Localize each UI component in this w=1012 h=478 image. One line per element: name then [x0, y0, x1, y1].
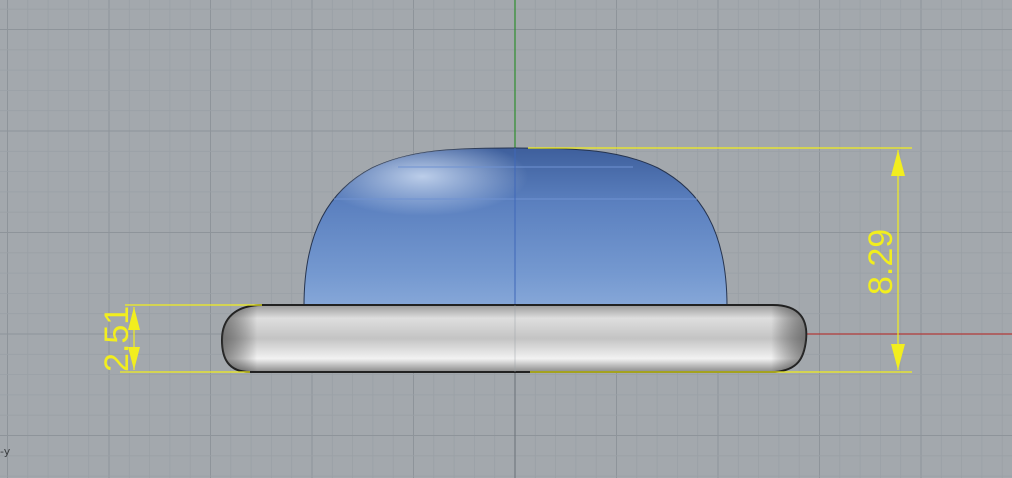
dome-model[interactable]	[303, 147, 728, 307]
dimension-label-2-51: 2.51	[98, 306, 136, 372]
rhino-viewport[interactable]: 2.51 8.29 -y	[0, 0, 1012, 478]
dimension-label-8-29: 8.29	[862, 229, 900, 295]
view-axis-label: -y	[0, 445, 11, 458]
viewport-scene: 2.51 8.29	[0, 0, 1012, 478]
base-ring-model[interactable]	[220, 304, 808, 373]
